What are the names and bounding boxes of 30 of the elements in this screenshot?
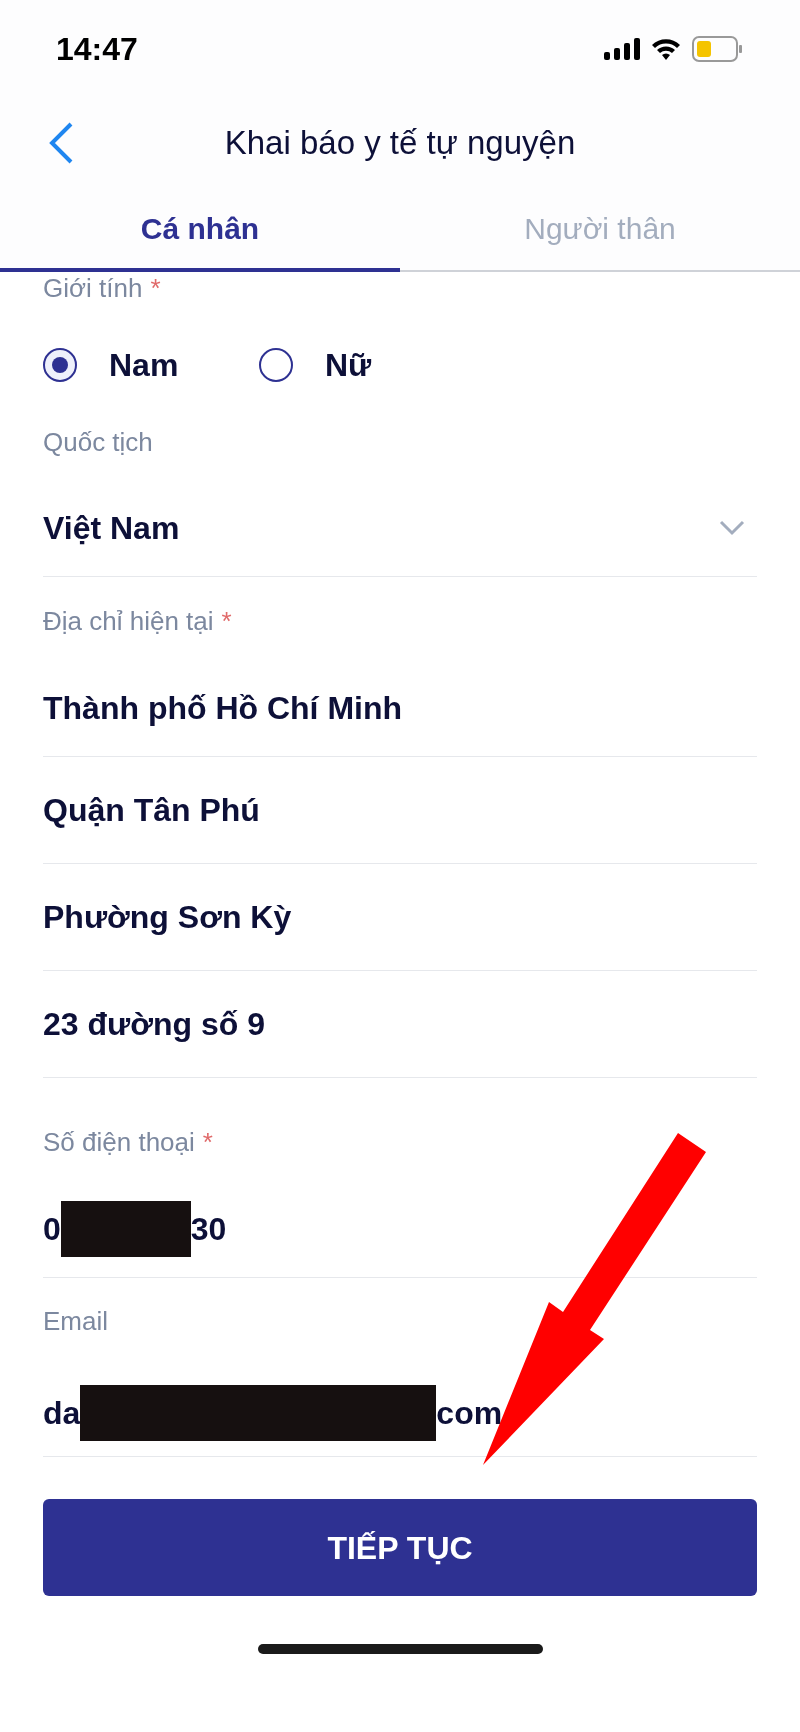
battery-icon [692, 36, 744, 62]
radio-label: Nữ [325, 346, 373, 385]
field-value: 0 [43, 1209, 61, 1249]
back-icon[interactable] [48, 122, 74, 164]
continue-button[interactable]: TIẾP TỤC [43, 1499, 757, 1596]
nationality-dropdown[interactable]: Việt Nam [43, 458, 757, 577]
tab[interactable]: Cá nhân [0, 188, 400, 272]
radio-button[interactable] [259, 348, 293, 382]
radio-button[interactable] [43, 348, 77, 382]
status-time: 14:47 [56, 30, 138, 69]
field-label: Địa chỉ hiện tại [43, 605, 214, 637]
field-label: Giới tính [43, 272, 143, 304]
address-field[interactable]: Thành phố Hồ Chí Minh [43, 637, 757, 757]
field-label: Quốc tịch [43, 426, 153, 458]
radio-label: Nam [109, 346, 180, 385]
field-value: da [43, 1394, 81, 1433]
signal-icon [604, 38, 640, 60]
required-mark: * [150, 272, 161, 304]
chevron-down-icon [719, 520, 745, 536]
address-field[interactable]: Quận Tân Phú [43, 757, 757, 864]
required-mark: * [202, 1126, 213, 1158]
field-value: 30 [190, 1209, 227, 1249]
required-mark: * [221, 605, 232, 637]
field-label: Số điện thoại [43, 1126, 195, 1158]
wifi-icon [650, 37, 682, 61]
address-field[interactable]: 23 đường số 9 [43, 971, 757, 1078]
screen-title: Khai báo y tế tự nguyện [224, 123, 576, 164]
address-field[interactable]: Phường Sơn Kỳ [43, 864, 757, 971]
field-value: com [436, 1394, 503, 1433]
field-label: Email [43, 1305, 108, 1337]
